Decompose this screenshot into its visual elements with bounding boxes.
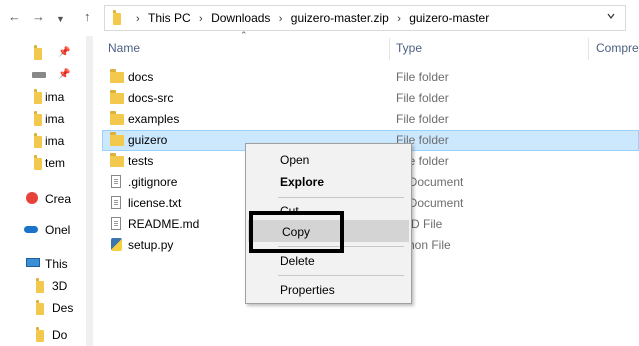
column-header-type[interactable]: Type — [396, 36, 422, 60]
file-type: hon File — [408, 238, 451, 252]
menu-separator — [278, 197, 404, 198]
sidebar-item-label: 3D — [52, 279, 68, 293]
sidebar-item-creative-cloud[interactable]: Crea — [0, 188, 92, 210]
folder-icon — [110, 153, 124, 167]
breadcrumb: › This PC › Downloads › guizero-master.z… — [131, 6, 489, 30]
menu-separator — [278, 275, 404, 276]
sidebar-item-label: Des — [52, 301, 74, 315]
sort-ascending-icon: ⌃ — [240, 30, 248, 40]
sidebar-item-quick-folder[interactable]: 📌 — [0, 42, 92, 64]
navigation-pane: 📌 📌 ima ima ima tem Crea Onel This 3D De… — [0, 36, 92, 346]
breadcrumb-separator-icon: › — [136, 13, 140, 25]
documents-folder-icon — [36, 327, 44, 342]
address-dropdown-chevron-icon[interactable] — [607, 12, 615, 20]
file-type: File folder — [396, 91, 449, 105]
folder-icon — [34, 45, 42, 60]
menu-item-label: Explore — [280, 175, 325, 189]
forward-arrow-icon[interactable]: → — [32, 9, 45, 25]
sidebar-item-label: Crea — [45, 192, 72, 206]
annotation-highlight-box — [249, 211, 344, 253]
file-name: examples — [128, 112, 180, 126]
sidebar-item-label: Do — [52, 328, 68, 342]
file-name: README.md — [128, 217, 200, 231]
file-row-docs-src[interactable]: docs-src File folder — [102, 88, 639, 109]
folder-icon — [110, 111, 124, 125]
up-arrow-icon[interactable]: ↑ — [84, 9, 91, 25]
recent-locations-chevron-icon[interactable]: ▼ — [56, 11, 65, 27]
file-name: guizero — [128, 133, 168, 147]
sidebar-item-label: tem — [45, 156, 66, 170]
python-file-icon — [111, 238, 122, 251]
pin-icon: 📌 — [58, 69, 71, 80]
sidebar-item-ima-1[interactable]: ima — [0, 86, 92, 108]
column-divider[interactable] — [389, 38, 390, 60]
desktop-folder-icon — [36, 300, 44, 315]
file-name: .gitignore — [128, 175, 178, 189]
sidebar-item-drive[interactable]: 📌 — [0, 64, 92, 86]
file-type: D File — [411, 217, 443, 231]
sidebar-item-label: ima — [45, 90, 65, 104]
sidebar-item-this-pc[interactable]: This — [0, 253, 92, 275]
breadcrumb-zip[interactable]: guizero-master.zip — [291, 6, 389, 30]
back-arrow-icon[interactable]: ← — [8, 9, 21, 25]
menu-item-label: Open — [280, 153, 310, 167]
folder-icon — [34, 133, 42, 148]
file-name: docs-src — [128, 91, 174, 105]
file-name: tests — [128, 154, 154, 168]
column-header-name[interactable]: Name — [108, 36, 140, 60]
sidebar-item-label: ima — [45, 112, 65, 126]
folder-icon — [34, 155, 42, 170]
menu-item-open[interactable]: Open — [248, 149, 409, 171]
file-name: docs — [128, 70, 154, 84]
menu-item-label: Delete — [280, 254, 315, 268]
column-header-compressed-size[interactable]: Compre — [596, 36, 639, 60]
sidebar-item-onedrive[interactable]: Onel — [0, 219, 92, 241]
file-type: File folder — [396, 112, 449, 126]
onedrive-icon — [24, 226, 38, 233]
text-file-icon — [111, 196, 121, 209]
sidebar-item-label: ima — [45, 134, 65, 148]
sidebar-scrollbar[interactable] — [86, 36, 93, 346]
sidebar-item-desktop[interactable]: Des — [0, 297, 92, 319]
folder-icon — [34, 89, 42, 104]
file-row-examples[interactable]: examples File folder — [102, 109, 639, 130]
text-file-icon — [111, 175, 121, 188]
breadcrumb-downloads[interactable]: Downloads — [211, 6, 270, 30]
breadcrumb-guizero-master[interactable]: guizero-master — [409, 6, 489, 30]
sidebar-item-ima-3[interactable]: ima — [0, 130, 92, 152]
breadcrumb-separator-icon: › — [278, 13, 283, 25]
folder-3d-icon — [36, 278, 44, 293]
menu-item-explore[interactable]: Explore — [248, 171, 409, 193]
file-name: setup.py — [128, 238, 174, 252]
file-name: license.txt — [128, 196, 182, 210]
sidebar-item-ima-2[interactable]: ima — [0, 108, 92, 130]
folder-icon — [113, 10, 121, 25]
sidebar-item-label: Onel — [45, 223, 71, 237]
pin-icon: 📌 — [58, 47, 71, 58]
sidebar-item-3d-objects[interactable]: 3D — [0, 275, 92, 297]
breadcrumb-this-pc[interactable]: This PC — [148, 6, 191, 30]
breadcrumb-separator-icon: › — [397, 13, 401, 25]
column-divider[interactable] — [588, 38, 589, 60]
menu-item-properties[interactable]: Properties — [248, 279, 409, 301]
this-pc-icon — [26, 258, 40, 267]
drive-icon — [32, 72, 46, 78]
folder-icon — [110, 69, 124, 83]
sidebar-item-documents[interactable]: Do — [0, 324, 92, 346]
address-toolbar: ← → ▼ ↑ › This PC › Downloads › guizero-… — [0, 0, 639, 36]
file-row-docs[interactable]: docs File folder — [102, 67, 639, 88]
menu-item-delete[interactable]: Delete — [248, 250, 409, 272]
folder-icon — [34, 111, 42, 126]
sidebar-item-tem[interactable]: tem — [0, 152, 92, 174]
creative-cloud-icon — [26, 192, 38, 204]
breadcrumb-separator-icon: › — [199, 13, 203, 25]
folder-icon — [110, 90, 124, 104]
folder-icon — [110, 132, 124, 146]
menu-item-label: Properties — [280, 283, 335, 297]
file-type: File folder — [396, 70, 449, 84]
address-bar[interactable]: › This PC › Downloads › guizero-master.z… — [104, 5, 626, 31]
text-file-icon — [111, 217, 121, 230]
sidebar-item-label: This — [45, 257, 68, 271]
